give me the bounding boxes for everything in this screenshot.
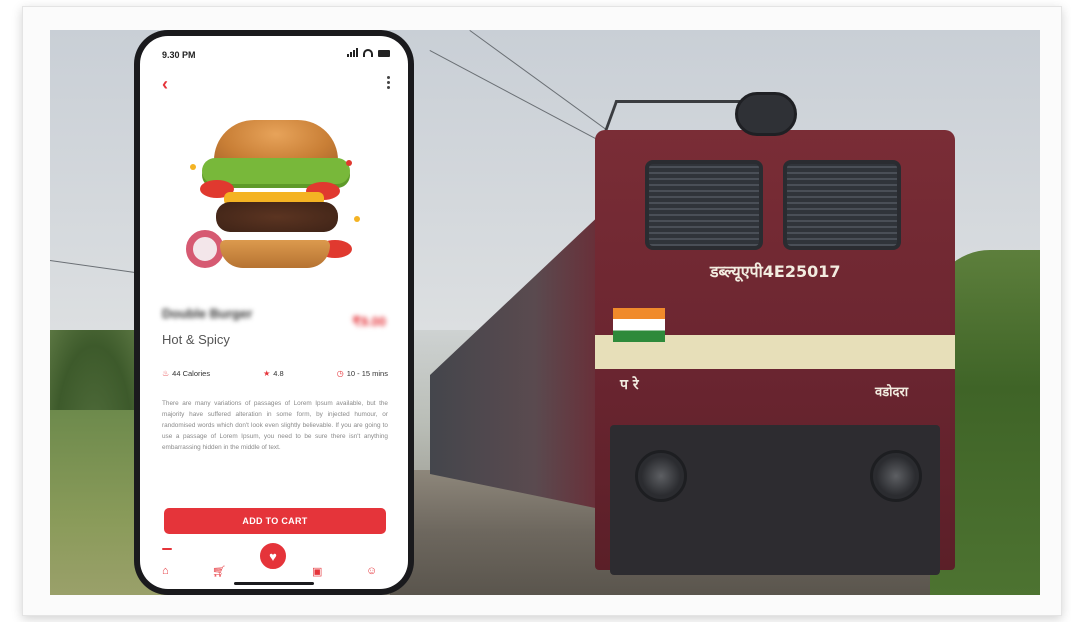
product-stats: ♨ 44 Calories ★ 4.8 ◷ 10 - 15 mins — [162, 369, 388, 378]
signal-icon — [347, 48, 358, 57]
add-to-cart-button[interactable]: ADD TO CART — [164, 508, 386, 534]
sauce-splash — [354, 216, 360, 222]
rating-stat: ★ 4.8 — [263, 369, 284, 378]
status-icons — [347, 48, 390, 57]
home-indicator — [234, 582, 314, 585]
status-time: 9.30 PM — [162, 50, 196, 60]
time-stat: ◷ 10 - 15 mins — [337, 369, 388, 378]
bag-icon[interactable]: ▣ — [312, 565, 322, 578]
calories-value: 44 Calories — [172, 369, 211, 378]
locomotive-window-left — [645, 160, 763, 250]
cart-icon[interactable]: 🛒︎ — [212, 565, 226, 578]
phone-screen: 9.30 PM ‹ Double Burger ₹9.00 Hot & Spic… — [140, 36, 408, 589]
burger-image — [186, 120, 366, 280]
star-icon: ★ — [263, 369, 271, 378]
wifi-icon — [363, 49, 373, 57]
locomotive-city-text: वडोदरा — [875, 385, 909, 400]
pantograph — [604, 100, 746, 130]
home-icon[interactable]: ⌂ — [162, 565, 169, 577]
product-subtitle: Hot & Spicy — [162, 332, 230, 347]
nav-active-indicator — [162, 548, 172, 550]
calories-stat: ♨ 44 Calories — [162, 369, 210, 378]
patty — [216, 202, 338, 232]
more-vertical-icon[interactable] — [387, 76, 390, 89]
user-icon[interactable]: ☺ — [366, 565, 377, 577]
product-price: ₹9.00 — [352, 314, 386, 329]
heart-icon[interactable]: ♥ — [256, 539, 290, 573]
battery-icon — [378, 50, 390, 57]
locomotive-number: डब्ल्यूएपी4E25017 — [710, 262, 841, 281]
buffer-left — [635, 450, 687, 502]
sauce-splash — [190, 164, 196, 170]
onion-ring — [186, 230, 224, 268]
buffer-right — [870, 450, 922, 502]
back-chevron-icon[interactable]: ‹ — [162, 74, 168, 95]
headlamp — [735, 92, 797, 136]
indian-flag — [613, 308, 665, 342]
sauce-splash — [346, 160, 352, 166]
locomotive-window-right — [783, 160, 901, 250]
locomotive-zone-text: प रे — [620, 377, 639, 393]
product-description: There are many variations of passages of… — [162, 400, 388, 451]
flame-icon: ♨ — [162, 369, 170, 378]
product-name: Double Burger — [162, 306, 253, 321]
phone-mockup: 9.30 PM ‹ Double Burger ₹9.00 Hot & Spic… — [134, 30, 414, 595]
time-value: 10 - 15 mins — [346, 369, 388, 378]
bun-bottom — [220, 240, 330, 268]
clock-icon: ◷ — [336, 369, 344, 378]
rating-value: 4.8 — [273, 369, 284, 378]
